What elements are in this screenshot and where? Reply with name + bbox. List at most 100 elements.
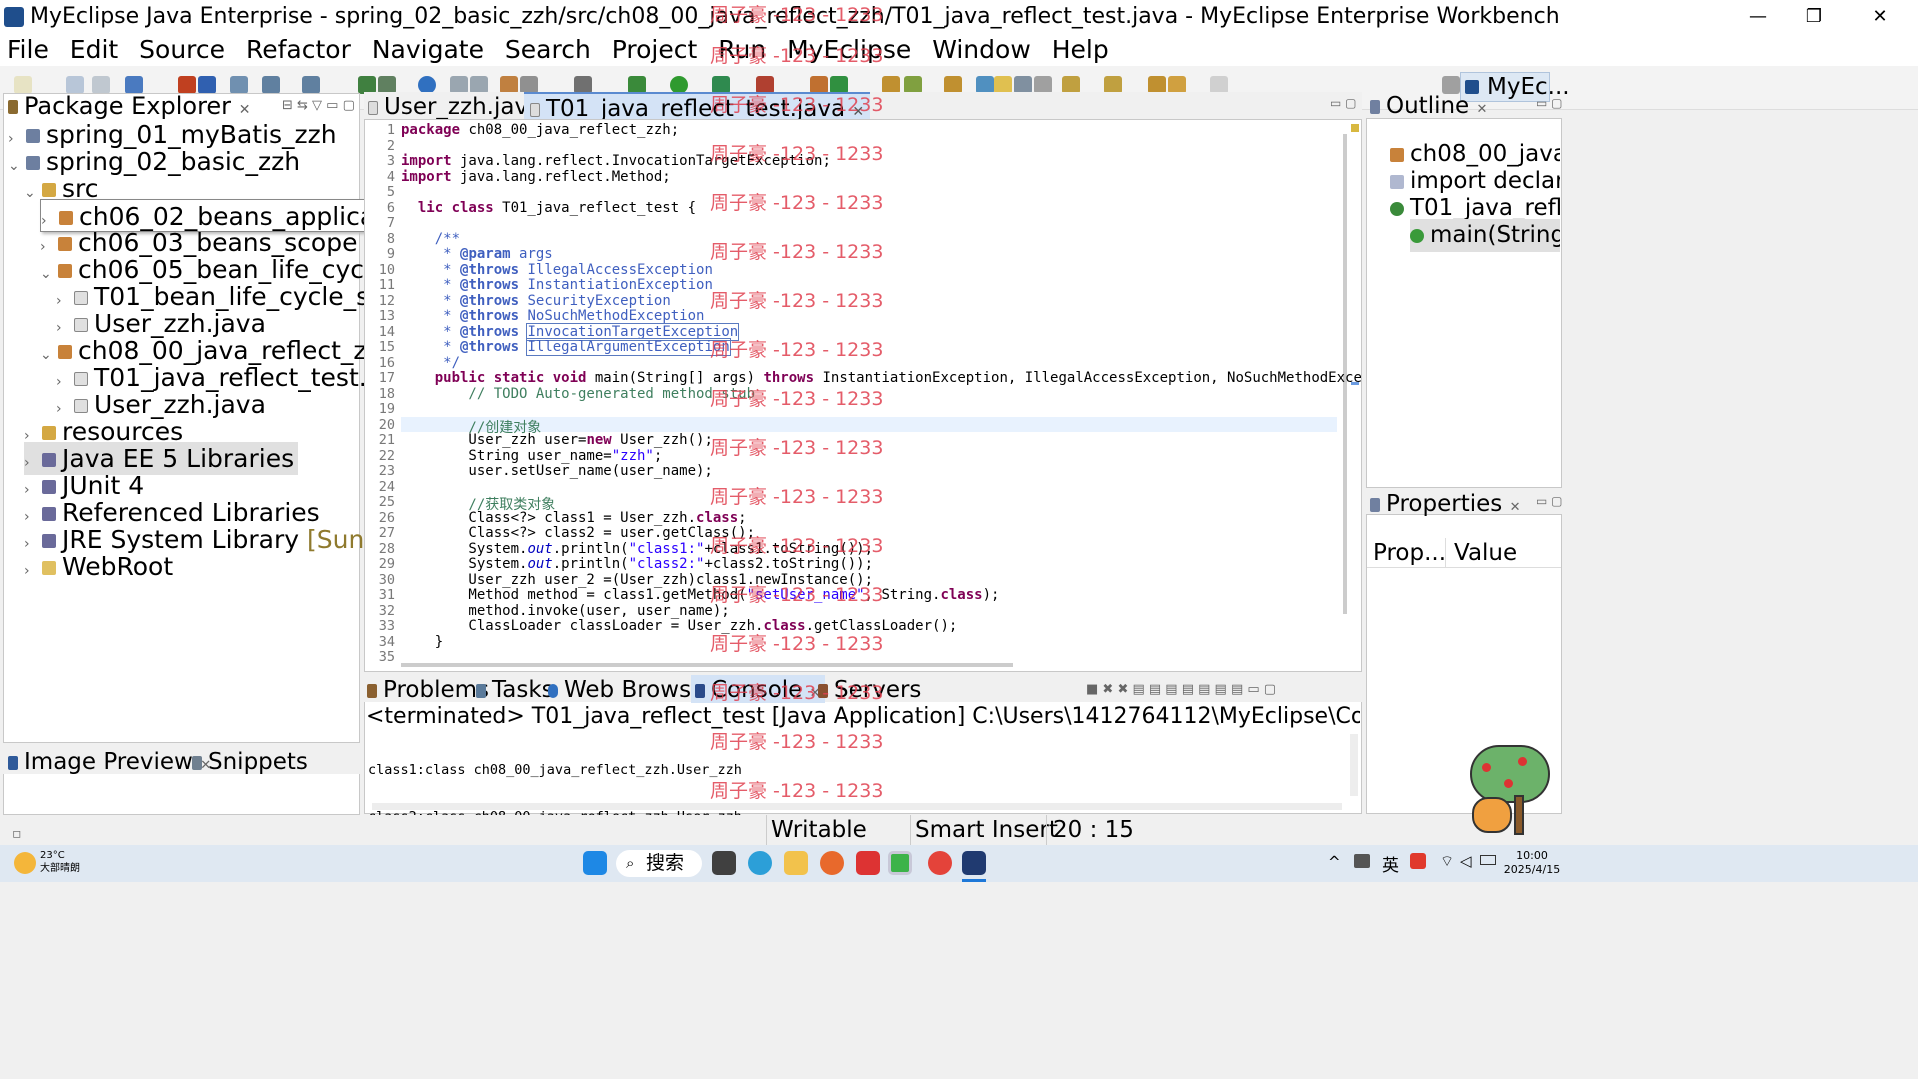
- snippets-tab[interactable]: Snippets: [192, 747, 308, 777]
- weather-desc: 大部晴朗: [40, 863, 80, 874]
- network-off-icon[interactable]: [1354, 854, 1370, 868]
- console-horizontal-scrollbar[interactable]: [372, 803, 1342, 810]
- watermark: 周子豪 -123 - 1233: [710, 682, 884, 704]
- chevron-up-icon[interactable]: ^: [1328, 853, 1341, 871]
- firefox-icon[interactable]: [820, 851, 844, 875]
- console-vertical-scrollbar[interactable]: [1350, 734, 1358, 796]
- line-number: 18: [378, 385, 395, 402]
- globe-icon: [548, 683, 558, 698]
- problems-tab[interactable]: Problems: [367, 675, 489, 705]
- library-icon: [42, 480, 56, 494]
- outline-toolbar[interactable]: [1436, 122, 1560, 138]
- ime-indicator[interactable]: 英: [1382, 851, 1399, 876]
- close-icon[interactable]: ✕: [1510, 500, 1521, 515]
- close-button[interactable]: ✕: [1852, 0, 1908, 34]
- open-type-icon[interactable]: [262, 76, 280, 94]
- outline-tree: ch08_00_java_ref import declarati T01_ja…: [1390, 138, 1560, 258]
- sogou-icon[interactable]: [1410, 853, 1426, 869]
- menu-source[interactable]: Source: [139, 35, 225, 64]
- properties-header: Prop... Value: [1367, 538, 1561, 568]
- menu-refactor[interactable]: Refactor: [246, 35, 351, 64]
- weather-icon[interactable]: [14, 852, 36, 874]
- web-browser-tab[interactable]: Web Browser: [548, 675, 715, 705]
- image-preview-tab[interactable]: Image Preview ✕: [8, 747, 211, 781]
- menu-project[interactable]: Project: [612, 35, 698, 64]
- line-number: 23: [378, 463, 395, 479]
- line-number: 25: [378, 494, 395, 510]
- search-icon[interactable]: [302, 76, 320, 94]
- wifi-icon[interactable]: ⌔: [1440, 852, 1454, 871]
- watermark: 周子豪 -123 - 1233: [710, 241, 884, 263]
- java-file-icon: [74, 399, 88, 413]
- line-number: 5: [386, 184, 395, 200]
- properties-icon: [1370, 497, 1380, 512]
- close-icon[interactable]: ✕: [1477, 102, 1488, 117]
- windows-start-icon[interactable]: [583, 851, 607, 875]
- outline-item-main[interactable]: main(String[]): [1410, 219, 1560, 252]
- java-file-icon: [530, 102, 540, 117]
- image-preview-toolbar[interactable]: [225, 778, 355, 794]
- restore-button[interactable]: ❐: [1786, 0, 1842, 34]
- tree-cat-sticker: [1466, 745, 1556, 840]
- file-explorer-icon[interactable]: [784, 851, 808, 875]
- line-number: 22: [378, 447, 395, 464]
- windows-taskbar: 23°C 大部晴朗 ⌕ 搜索 ^ 英 ⌔ ◁ 10:00 2025/4/15: [0, 845, 1918, 882]
- snippets-icon: [192, 755, 202, 770]
- editor-tab-user-zzh[interactable]: User_zzh.java: [368, 92, 542, 122]
- properties-tab[interactable]: Properties ✕: [1370, 489, 1520, 523]
- menu-file[interactable]: File: [7, 35, 49, 64]
- battery-icon[interactable]: [1480, 855, 1496, 865]
- properties-col-property[interactable]: Prop...: [1373, 538, 1446, 568]
- clock[interactable]: 10:00 2025/4/15: [1502, 849, 1562, 877]
- line-number: 28: [378, 540, 395, 557]
- package-explorer-view-controls[interactable]: ⊟ ⇆ ▽ ▭ ▢: [282, 98, 358, 114]
- status-insert-mode: Smart Insert: [910, 815, 1058, 845]
- edge-icon[interactable]: [748, 851, 772, 875]
- taskbar-search[interactable]: ⌕ 搜索: [616, 850, 702, 877]
- library-icon: [42, 453, 56, 467]
- editor-view-controls[interactable]: ▭ ▢: [1330, 96, 1357, 110]
- line-number: 8: [386, 230, 395, 247]
- source-folder-icon: [42, 426, 56, 440]
- volume-icon[interactable]: ◁: [1460, 852, 1472, 870]
- watermark: 周子豪 -123 - 1233: [710, 94, 884, 116]
- java-file-icon: [74, 318, 88, 332]
- weather-widget[interactable]: 23°C 大部晴朗: [40, 849, 80, 875]
- wechat-icon[interactable]: [888, 851, 912, 875]
- line-number: 29: [378, 556, 395, 572]
- tree-item-webroot[interactable]: › WebRoot: [24, 550, 173, 583]
- properties-view-controls[interactable]: ▭ ▢: [1536, 494, 1563, 508]
- menu-window[interactable]: Window: [932, 35, 1031, 64]
- package-icon: [1390, 147, 1404, 162]
- line-number: 17: [378, 370, 395, 386]
- minimize-button[interactable]: —: [1730, 0, 1786, 34]
- horizontal-scrollbar[interactable]: [401, 663, 1013, 667]
- close-icon[interactable]: ✕: [239, 102, 251, 118]
- menu-edit[interactable]: Edit: [70, 35, 118, 64]
- outline-tab[interactable]: Outline ✕: [1370, 91, 1487, 125]
- task-view-icon[interactable]: [712, 851, 736, 875]
- line-number: 27: [378, 525, 395, 541]
- myeclipse-taskbar-icon[interactable]: [962, 851, 986, 875]
- overview-ruler-warning: [1351, 124, 1359, 132]
- wps-icon[interactable]: [856, 851, 880, 875]
- method-icon: [1410, 228, 1424, 243]
- package-explorer-icon: [8, 100, 18, 114]
- outline-view-controls[interactable]: ▭ ▢: [1536, 96, 1563, 110]
- tasks-tab[interactable]: Tasks: [476, 675, 554, 705]
- menu-navigate[interactable]: Navigate: [372, 35, 484, 64]
- watermark: 周子豪 -123 - 1233: [710, 388, 884, 410]
- chrome-icon[interactable]: [928, 851, 952, 875]
- line-number: 9: [386, 246, 395, 262]
- folder-icon: [42, 561, 56, 575]
- title-bar: MyEclipse Java Enterprise - spring_02_ba…: [0, 0, 1918, 34]
- menu-search[interactable]: Search: [505, 35, 591, 64]
- search-icon: ⌕: [626, 854, 635, 872]
- properties-col-value[interactable]: Value: [1445, 538, 1517, 568]
- imports-icon: [1390, 174, 1404, 189]
- problems-icon: [367, 683, 377, 698]
- watermark: 周子豪 -123 - 1233: [710, 780, 884, 802]
- menu-help[interactable]: Help: [1052, 35, 1109, 64]
- line-number: 14: [378, 323, 395, 340]
- console-toolbar[interactable]: ■ ✖ ✖ ▤ ▤ ▤ ▤ ▤ ▤ ▤ ▭ ▢: [1086, 682, 1356, 698]
